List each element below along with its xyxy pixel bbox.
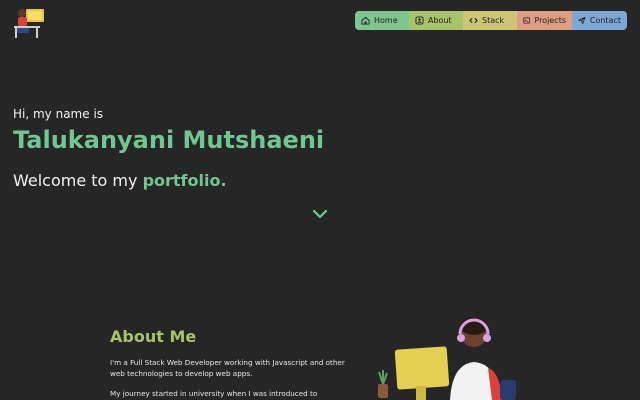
about-icon xyxy=(415,16,424,25)
hero-name: Talukanyani Mutshaeni xyxy=(13,126,325,154)
nav-item-stack[interactable]: Stack xyxy=(463,11,517,30)
welcome-text: Welcome to my xyxy=(13,171,143,190)
nav-item-label: Contact xyxy=(589,16,621,25)
send-icon xyxy=(578,16,586,25)
welcome-accent: portfolio. xyxy=(142,171,227,190)
home-icon xyxy=(361,16,370,25)
nav-item-label: Projects xyxy=(534,16,566,25)
hero-section: Hi, my name is xyxy=(13,107,103,121)
nav-item-home[interactable]: Home xyxy=(355,11,409,30)
about-paragraph: My journey started in university when I … xyxy=(110,389,318,398)
code-icon xyxy=(469,17,478,24)
chevron-down-icon[interactable] xyxy=(312,208,328,220)
terminal-icon xyxy=(523,17,531,24)
nav-item-about[interactable]: About xyxy=(409,11,463,30)
nav-item-label: Stack xyxy=(482,16,505,25)
nav-item-label: About xyxy=(428,16,452,25)
developer-illustration xyxy=(378,317,516,400)
nav-item-contact[interactable]: Contact xyxy=(572,11,627,30)
about-title: About Me xyxy=(110,327,197,346)
nav-item-label: Home xyxy=(374,16,398,25)
logo-avatar-icon[interactable] xyxy=(12,5,50,39)
hero-greeting: Hi, my name is xyxy=(13,107,104,121)
nav-item-projects[interactable]: Projects xyxy=(517,11,572,30)
main-nav: Home About Stack Projects Contact xyxy=(355,11,627,30)
hero-welcome: Welcome to my portfolio. xyxy=(13,171,227,190)
about-paragraph: I'm a Full Stack Web Developer working w… xyxy=(110,358,345,378)
